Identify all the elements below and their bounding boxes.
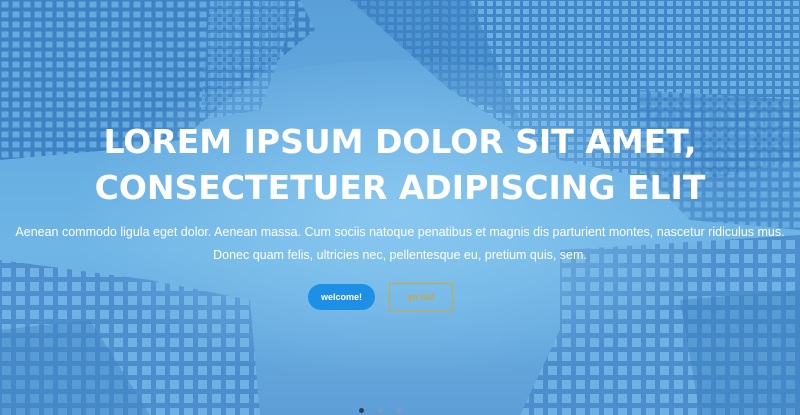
hero-headline-line1: LOREM IPSUM DOLOR SIT AMET,	[103, 122, 697, 161]
hero-paragraph-line1: Aenean commodo ligula eget dolor. Aenean…	[15, 225, 785, 239]
yo-ho-button[interactable]: yo ho!	[389, 283, 453, 311]
carousel-dot-3[interactable]	[397, 408, 402, 413]
carousel-dot-2[interactable]	[378, 408, 383, 413]
welcome-button[interactable]: welcome!	[308, 284, 375, 310]
carousel-dot-1[interactable]	[359, 408, 364, 413]
hero-paragraph-line2: Donec quam felis, ultricies nec, pellent…	[213, 248, 587, 262]
hero-headline-line2: CONSECTETUER ADIPISCING ELIT	[94, 168, 706, 207]
hero-section: LOREM IPSUM DOLOR SIT AMET, CONSECTETUER…	[0, 0, 800, 415]
carousel-indicators	[0, 407, 800, 415]
